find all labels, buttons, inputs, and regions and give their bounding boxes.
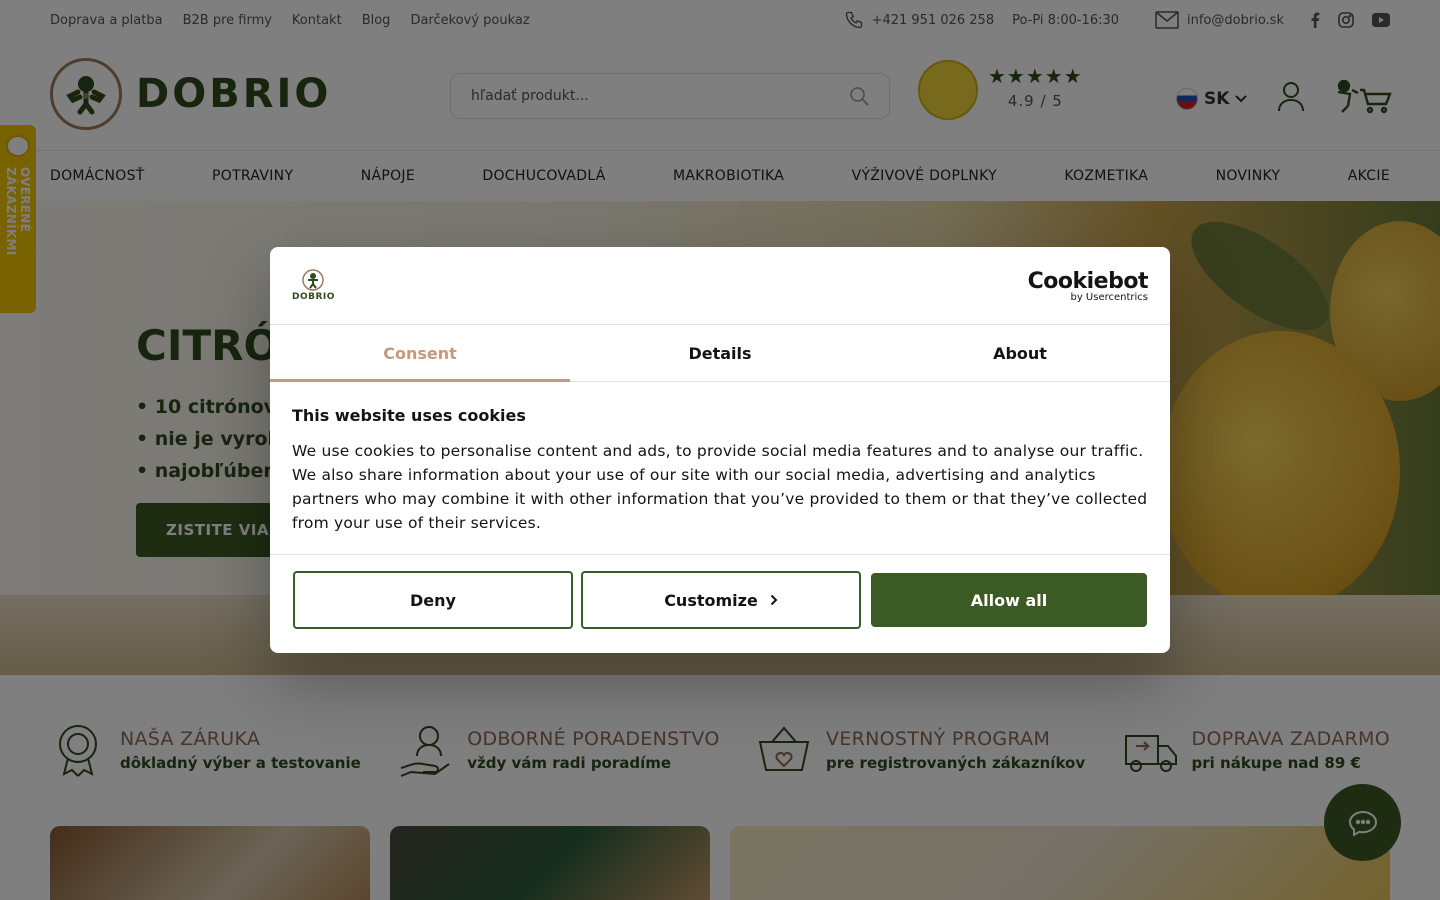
customize-button[interactable]: Customize bbox=[581, 571, 861, 629]
cookiebot-wordmark: Cookiebot bbox=[1027, 268, 1149, 294]
dialog-tabs: Consent Details About bbox=[270, 325, 1170, 382]
cookiebot-logo[interactable]: Cookiebot by Usercentrics bbox=[1027, 268, 1149, 303]
dialog-body: This website uses cookies We use cookies… bbox=[270, 382, 1170, 555]
allow-all-label: Allow all bbox=[970, 590, 1048, 610]
tab-consent[interactable]: Consent bbox=[270, 325, 570, 382]
customize-label: Customize bbox=[664, 590, 758, 610]
deny-button[interactable]: Deny bbox=[293, 571, 573, 629]
deny-label: Deny bbox=[410, 590, 456, 610]
cookie-consent-dialog: DOBRIO Cookiebot by Usercentrics Consent… bbox=[270, 247, 1170, 653]
tab-about[interactable]: About bbox=[870, 325, 1170, 381]
dialog-brand-text: DOBRIO bbox=[292, 292, 335, 302]
dialog-brand-logo: DOBRIO bbox=[292, 269, 335, 302]
dialog-header: DOBRIO Cookiebot by Usercentrics bbox=[270, 247, 1170, 325]
allow-all-button[interactable]: Allow all bbox=[871, 573, 1147, 627]
dobrio-mascot-icon bbox=[302, 269, 325, 291]
dialog-description: We use cookies to personalise content an… bbox=[292, 442, 1148, 532]
tab-details[interactable]: Details bbox=[570, 325, 870, 381]
dialog-heading: This website uses cookies bbox=[292, 406, 526, 425]
dialog-actions: Deny Customize Allow all bbox=[270, 555, 1170, 645]
chevron-right-icon bbox=[770, 594, 778, 606]
